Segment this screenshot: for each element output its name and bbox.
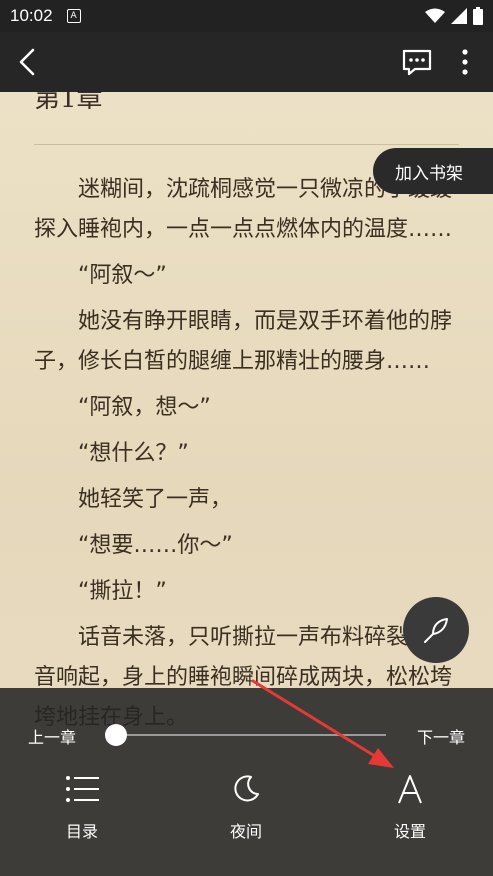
tab-settings[interactable]: 设置 <box>370 774 450 842</box>
chapter-progress-thumb[interactable] <box>105 724 127 746</box>
more-vertical-icon <box>462 49 468 75</box>
list-icon <box>66 776 99 802</box>
chapter-title: 第1章 <box>34 92 103 114</box>
moon-icon <box>234 775 259 802</box>
paragraph: 她轻笑了一声， <box>78 487 233 512</box>
tab-settings-label: 设置 <box>393 822 426 841</box>
status-icons <box>425 7 483 25</box>
comment-icon <box>402 49 432 76</box>
app-bar <box>0 32 493 92</box>
paragraph: “想要……你～” <box>78 533 233 558</box>
paragraph: 她没有睁开眼睛，而是双手环着他的脖子，修长白皙的腿缠上那精壮的腰身…… <box>34 309 453 374</box>
battery-icon <box>473 7 483 25</box>
tab-night-label: 夜间 <box>229 822 262 841</box>
add-to-shelf-button[interactable]: 加入书架 <box>373 148 493 194</box>
tab-night[interactable]: 夜间 <box>206 774 286 842</box>
wifi-icon <box>425 8 445 23</box>
status-time: 10:02 <box>10 6 53 25</box>
paragraph: “阿叙～” <box>78 263 167 288</box>
paragraph: “阿叙，想～” <box>78 395 211 420</box>
more-button[interactable] <box>447 44 483 80</box>
tab-catalog-label: 目录 <box>65 822 98 841</box>
font-a-icon <box>398 775 422 804</box>
comment-button[interactable] <box>399 44 435 80</box>
paragraph: “撕拉！” <box>78 579 167 604</box>
write-note-button[interactable] <box>403 597 469 663</box>
paragraph: “想什么？” <box>78 441 189 466</box>
title-divider <box>34 144 459 145</box>
prev-chapter-button[interactable]: 上一章 <box>28 724 76 748</box>
next-chapter-button[interactable]: 下一章 <box>417 724 465 748</box>
chapter-progress-track[interactable] <box>110 734 386 736</box>
feather-icon <box>424 618 448 643</box>
chapter-progress-row: 上一章 下一章 <box>0 718 493 752</box>
chapter-content: 迷糊间，沈疏桐感觉一只微凉的手缓缓探入睡袍内，一点一点点燃体内的温度…… “阿叙… <box>34 170 464 744</box>
bottom-tabs: 目录 夜间 设置 <box>0 774 493 864</box>
back-button[interactable] <box>10 44 46 80</box>
chevron-left-icon <box>19 48 35 76</box>
bottom-control-panel: 上一章 下一章 目录 夜间 设置 <box>0 688 493 876</box>
notification-icon: A <box>66 9 81 23</box>
tab-catalog[interactable]: 目录 <box>42 774 122 842</box>
signal-icon <box>451 8 467 24</box>
status-bar: 10:02 A <box>0 0 493 32</box>
